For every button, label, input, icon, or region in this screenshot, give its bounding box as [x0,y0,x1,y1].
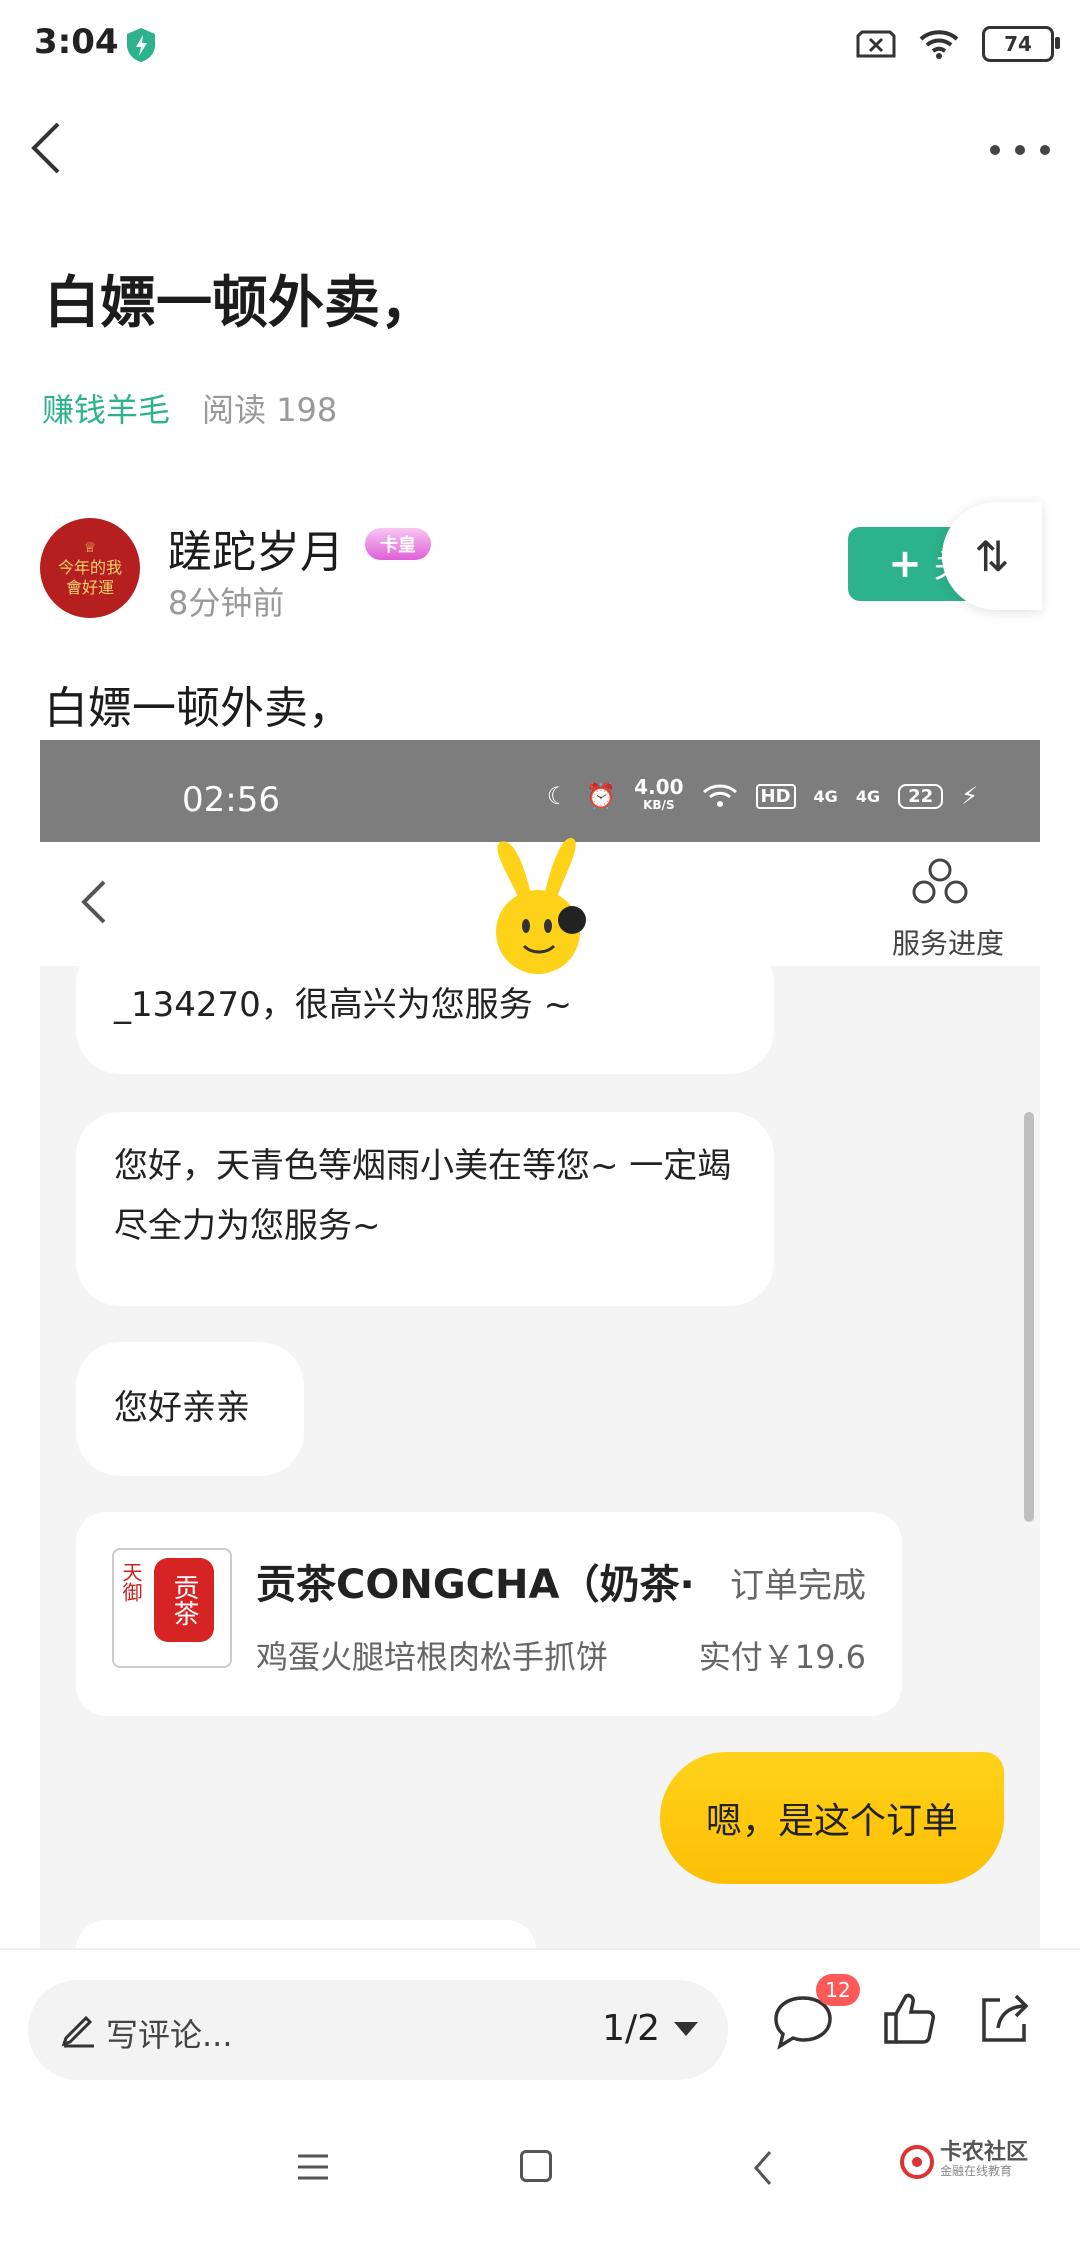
page-title: 白嫖一顿外卖， [44,271,436,336]
watermark: 卡农社区 金融在线教育 [900,2140,1029,2180]
dot-icon [1040,145,1050,155]
order-title: 贡茶CONGCHA（奶茶· [256,1562,695,1608]
net-speed-unit: KB/S [643,798,675,812]
chat-text-line: _134270，很高兴为您服务 ~ [114,985,573,1025]
comment-placeholder: 写评论... [106,2016,233,2054]
shop-logo: 天御 贡茶 [112,1548,232,1668]
shop-logo-side: 天御 [119,1562,143,1602]
avatar-text-2: 會好運 [65,578,114,597]
thumbs-up-icon[interactable] [880,1990,938,2048]
order-status: 订单完成 [730,1566,866,1606]
back-button[interactable] [72,872,116,932]
back-button[interactable] [22,118,72,178]
read-count: 阅读 198 [202,391,338,429]
comment-count-badge: 12 [816,1974,860,2006]
signal-icon: 4G [813,786,838,806]
status-time: 3:04 [34,22,119,62]
nav-back-icon[interactable] [748,2148,778,2188]
embedded-nav-bar: 服务进度 [40,837,1040,978]
scrollbar[interactable] [1024,1112,1034,1522]
menu-icon[interactable] [296,2152,330,2182]
wifi-icon [702,784,737,807]
mascot-icon [462,837,618,978]
avatar[interactable]: ♕ 今年的我 會好運 [40,518,140,618]
comment-input[interactable]: 写评论... 1/2 [28,1980,728,2080]
pencil-icon [61,2015,94,2048]
embedded-status-icons: ☾ ⏰ 4.00 KB/S HD 4G 4G 22 ⚡ [546,775,978,814]
embedded-status-bar: 02:56 ☾ ⏰ 4.00 KB/S HD 4G 4G 22 ⚡ [40,740,1040,842]
embedded-screenshot[interactable]: 02:56 ☾ ⏰ 4.00 KB/S HD 4G 4G 22 ⚡ 您好，我是不… [40,740,1040,1952]
dot-icon [990,145,1000,155]
service-progress-icon[interactable] [912,856,968,906]
chat-bubble: 您好，天青色等烟雨小美在等您~ 一定竭尽全力为您服务~ [76,1112,774,1306]
swap-vertical-icon: ⇅ [974,531,1010,581]
sim-off-icon [856,30,896,58]
page-number: 1/2 [602,2008,660,2049]
charging-icon: ⚡ [961,782,978,810]
watermark-sub: 金融在线教育 [940,2164,1013,2178]
plus-icon: + [888,541,922,587]
chat-bubble: 您好亲亲 [76,1342,304,1476]
hd-icon: HD [755,783,796,809]
net-speed: 4.00 [634,775,684,799]
author-name[interactable]: 蹉跎岁月 [168,516,344,580]
post-meta: 赚钱羊毛 阅读 198 [42,385,337,431]
caret-down-icon [674,2021,698,2036]
order-card[interactable]: 天御 贡茶 贡茶CONGCHA（奶茶· 订单完成 鸡蛋火腿培根肉松手抓饼 实付￥… [76,1512,902,1716]
wifi-icon [919,30,959,59]
shop-logo-text: 贡茶 [154,1558,214,1642]
order-price: 实付￥19.6 [698,1638,866,1676]
moon-icon: ☾ [546,782,569,810]
scroll-toggle-button[interactable]: ⇅ [942,502,1042,610]
share-icon[interactable] [976,1990,1034,2048]
system-nav-bar: 卡农社区 金融在线教育 [0,2114,1080,2244]
dot-icon [1015,145,1025,155]
signal-icon: 4G [855,786,881,806]
alarm-icon: ⏰ [586,782,617,810]
watermark-main: 卡农社区 [940,2140,1029,2165]
order-item: 鸡蛋火腿培根肉松手抓饼 [256,1638,609,1676]
chat-bubble-mine: 嗯，是这个订单 [660,1752,1004,1884]
embedded-time: 02:56 [182,780,280,820]
kanong-logo-icon [900,2145,934,2179]
battery-icon: 74 [982,26,1060,62]
page-indicator[interactable]: 1/2 [602,2008,698,2049]
avatar-text-1: 今年的我 [57,558,122,577]
battery-icon: 22 [898,783,944,809]
service-progress-label[interactable]: 服务进度 [892,922,1004,962]
status-icons: 74 [856,26,1060,62]
bottom-action-bar: 写评论... 1/2 12 [0,1948,1080,2116]
post-text: 白嫖一顿外卖， [44,683,352,734]
category-tag[interactable]: 赚钱羊毛 [42,385,170,431]
post-time: 8分钟前 [168,584,285,622]
crown-badge: 卡皇 [365,528,431,560]
more-options-button[interactable] [990,130,1050,170]
shield-icon [127,28,155,62]
home-button[interactable] [520,2150,552,2182]
